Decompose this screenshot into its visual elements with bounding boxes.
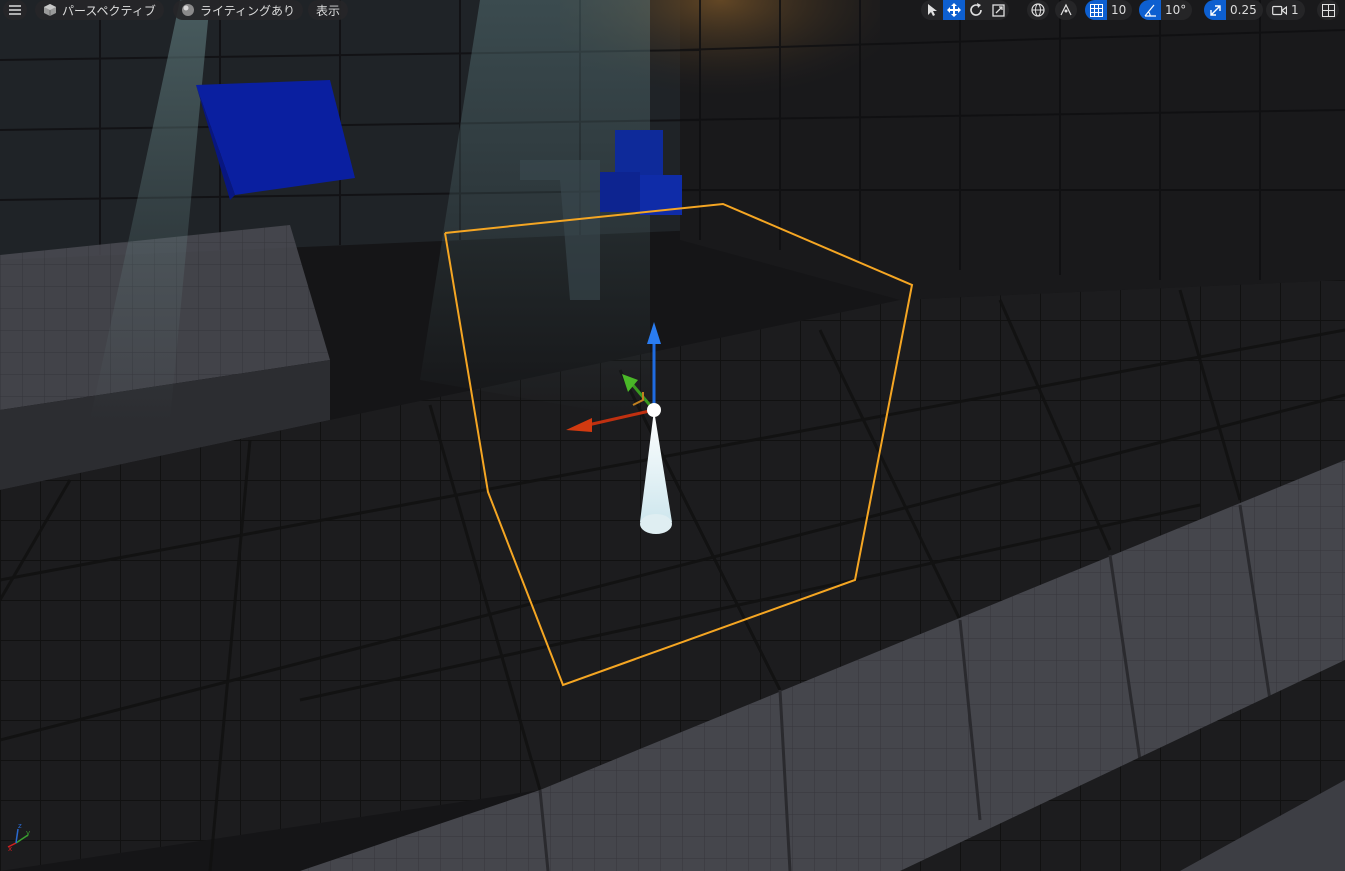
level-viewport[interactable] [0, 0, 1345, 871]
translate-mode-button[interactable] [943, 0, 965, 20]
rotation-snap-value[interactable]: 10° [1161, 3, 1192, 17]
rotate-icon [970, 3, 982, 16]
cube-icon [43, 3, 57, 17]
grid-snap-value[interactable]: 10 [1107, 3, 1132, 17]
cursor-icon [928, 4, 937, 16]
svg-text:x: x [8, 845, 12, 853]
world-axis-icon: x y z [6, 817, 42, 857]
view-mode-label: ライティングあり [200, 3, 296, 18]
viewport-layout-button[interactable] [1317, 0, 1339, 20]
scale-mode-button[interactable] [987, 0, 1009, 20]
lit-sphere-icon [181, 3, 195, 17]
viewport-menu-button[interactable] [3, 0, 27, 20]
surface-snap-icon [1060, 3, 1072, 16]
scale-snap-group[interactable]: 0.25 [1204, 0, 1263, 20]
view-mode-dropdown[interactable]: ライティングあり [173, 0, 304, 20]
rotation-snap-toggle[interactable] [1139, 0, 1161, 20]
show-label: 表示 [316, 3, 341, 18]
scale-icon [991, 3, 1005, 17]
hamburger-icon [9, 5, 21, 15]
camera-icon [1272, 5, 1287, 16]
transform-tools-group [921, 0, 1009, 20]
scale-snap-value[interactable]: 0.25 [1226, 3, 1263, 17]
grid-icon [1089, 3, 1103, 17]
show-dropdown[interactable]: 表示 [308, 0, 349, 20]
move-arrows-icon [947, 3, 961, 17]
scale-snap-icon [1209, 4, 1221, 16]
select-mode-button[interactable] [921, 0, 943, 20]
svg-text:z: z [18, 822, 22, 830]
camera-speed-value: 1 [1291, 3, 1299, 17]
angle-icon [1144, 4, 1156, 17]
surface-snap-button[interactable] [1055, 0, 1077, 20]
scale-snap-toggle[interactable] [1204, 0, 1226, 20]
coordinate-system-button[interactable] [1027, 0, 1049, 20]
rotate-mode-button[interactable] [965, 0, 987, 20]
svg-text:y: y [26, 829, 30, 837]
grid-snap-toggle[interactable] [1085, 0, 1107, 20]
globe-icon [1031, 3, 1045, 17]
perspective-label: パースペクティブ [62, 3, 156, 18]
perspective-dropdown[interactable]: パースペクティブ [35, 0, 164, 20]
camera-speed-button[interactable]: 1 [1266, 0, 1305, 20]
grid-snap-group[interactable]: 10 [1085, 0, 1133, 20]
rotation-snap-group[interactable]: 10° [1139, 0, 1193, 20]
layout-icon [1321, 3, 1335, 17]
